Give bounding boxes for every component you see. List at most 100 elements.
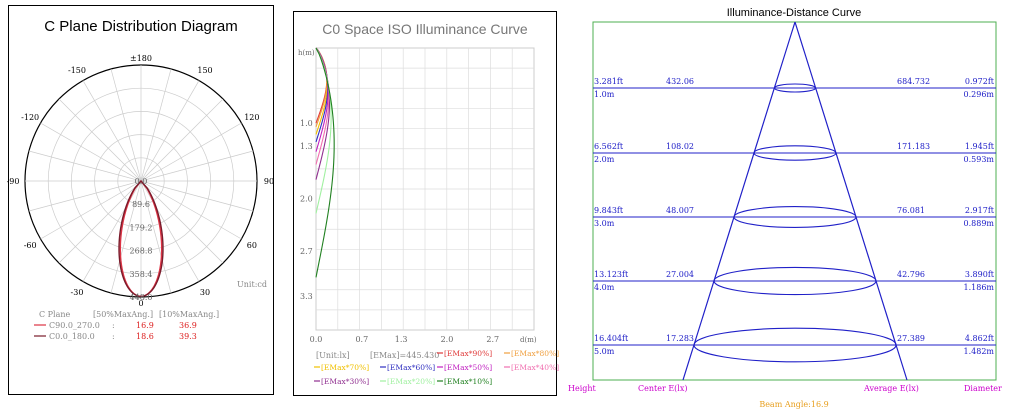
- row-height-ft-1: 6.562ft: [594, 142, 624, 151]
- row-diam-ft-0: 0.972ft: [965, 77, 995, 86]
- footer-center-e: Center E(lx): [638, 384, 687, 393]
- polar-spoke: [28, 180, 142, 212]
- row-height-ft-4: 16.404ft: [594, 334, 629, 343]
- polar-spoke: [140, 180, 254, 212]
- row-average-e-2: 76.081: [897, 206, 925, 215]
- row-center-e-4: 17.283: [666, 334, 694, 343]
- iso-legend-label-8: [EMax*10%]: [444, 377, 492, 386]
- iso-curve-7: [315, 47, 332, 214]
- row-average-e-1: 171.183: [897, 142, 930, 151]
- iso-legend-label-3: [EMax*60%]: [387, 363, 435, 372]
- polar-legend-header-plane: C Plane: [39, 310, 71, 319]
- beam-cone: [682, 21, 908, 381]
- row-diam-ft-2: 2.917ft: [965, 206, 995, 215]
- polar-radial-tick: 358.4: [130, 270, 153, 279]
- polar-spoke: [140, 180, 224, 264]
- row-center-e-1: 108.02: [666, 142, 694, 151]
- row-diam-ft-3: 3.890ft: [965, 270, 995, 279]
- iso-y-tick: 2.7: [300, 247, 313, 256]
- polar-legend: C Plane [50%MaxAng.] [10%MaxAng.] C90.0_270…: [34, 310, 219, 341]
- iso-emax-info: [EMax]=445.430: [370, 351, 439, 360]
- row-diam-m-1: 0.593m: [964, 155, 995, 164]
- row-center-e-0: 432.06: [666, 77, 694, 86]
- polar-angle-label: 120: [244, 113, 259, 122]
- polar-angle-label: 90: [264, 177, 274, 186]
- row-average-e-4: 27.389: [897, 334, 925, 343]
- iso-x-tick: 2.0: [441, 335, 454, 344]
- polar-angle-label: 60: [247, 241, 257, 250]
- iso-legend-label-7: [EMax*20%]: [387, 377, 435, 386]
- polar-spoke: [140, 68, 172, 182]
- polar-legend-10-0: 36.9: [179, 321, 197, 330]
- row-height-ft-0: 3.281ft: [594, 77, 624, 86]
- polar-spoke: [40, 122, 142, 182]
- iso-x-tick: 1.3: [395, 335, 408, 344]
- iso-legend-label-1: [EMax*80%]: [511, 349, 559, 358]
- polar-legend-header-10: [10%MaxAng.]: [159, 310, 219, 319]
- polar-legend-50-0: 16.9: [136, 321, 154, 330]
- row-center-e-3: 27.004: [666, 270, 694, 279]
- row-average-e-0: 684.732: [897, 77, 930, 86]
- iso-legend-label-0: [EMax*90%]: [444, 349, 492, 358]
- polar-radial-tick: 268.8: [130, 247, 153, 256]
- iso-legend-label-5: [EMax*40%]: [511, 363, 559, 372]
- iso-x-axis-label: d(m): [520, 336, 537, 344]
- cone-left-edge: [682, 21, 796, 381]
- polar-spoke: [110, 68, 142, 182]
- polar-radial-tick: 89.6: [132, 200, 150, 209]
- polar-legend-colon-1: :: [112, 332, 115, 341]
- polar-legend-50-1: 18.6: [136, 332, 154, 341]
- cone-right-edge: [794, 21, 908, 381]
- beam-angle-label: Beam Angle:16.9: [759, 400, 828, 409]
- row-height-ft-3: 13.123ft: [594, 270, 629, 279]
- row-diam-m-4: 1.482m: [964, 347, 995, 356]
- polar-spoke: [140, 98, 224, 182]
- iso-unit-info: [Unit:lx]: [316, 351, 350, 360]
- iso-y-tick: 3.3: [300, 292, 313, 301]
- row-center-e-2: 48.007: [666, 206, 694, 215]
- footer-height: Height: [568, 384, 597, 393]
- polar-spoke: [140, 150, 254, 182]
- distance-chart-title: Illuminance-Distance Curve: [727, 7, 862, 19]
- polar-spoke: [82, 80, 142, 182]
- polar-chart-title: C Plane Distribution Diagram: [44, 18, 237, 35]
- distance-chart-svg: Illuminance-Distance Curve 3.281ft 1.0m 43…: [568, 7, 1002, 409]
- row-height-m-0: 1.0m: [594, 90, 615, 99]
- polar-angle-label: -150: [68, 66, 86, 75]
- iso-y-tick: 1.3: [300, 142, 313, 151]
- row-diam-m-0: 0.296m: [964, 90, 995, 99]
- iso-curves: [315, 47, 335, 278]
- iso-grid: [315, 47, 535, 331]
- polar-angle-label: 30: [200, 288, 210, 297]
- distance-frame: [592, 21, 997, 381]
- polar-spoke: [28, 150, 142, 182]
- iso-curve-8: [315, 47, 335, 278]
- polar-legend-header-50: [50%MaxAng.]: [93, 310, 153, 319]
- row-diam-ft-1: 1.945ft: [965, 142, 995, 151]
- row-height-m-2: 3.0m: [594, 219, 615, 228]
- iso-y-axis-label: h(m): [298, 49, 315, 57]
- polar-spoke: [58, 98, 142, 182]
- iso-x-tick: 0.0: [310, 335, 323, 344]
- iso-chart-title: C0 Space ISO Illuminance Curve: [322, 21, 528, 37]
- polar-legend-name-0: C90.0_270.0: [49, 321, 100, 330]
- polar-angle-label: -90: [7, 177, 20, 186]
- polar-radial-tick: 0.0: [135, 177, 148, 186]
- iso-legend-label-2: [EMax*70%]: [321, 363, 369, 372]
- footer-diameter: Diameter: [964, 384, 1002, 393]
- polar-radial-tick: 448.0: [130, 293, 153, 302]
- polar-legend-colon-0: :: [112, 321, 115, 330]
- polar-chart-svg: C Plane Distribution Diagram ±180 150 120 9…: [7, 18, 275, 341]
- iso-legend-label-6: [EMax*30%]: [321, 377, 369, 386]
- row-diam-m-3: 1.186m: [964, 283, 995, 292]
- row-diam-ft-4: 4.862ft: [965, 334, 995, 343]
- row-height-m-4: 5.0m: [594, 347, 615, 356]
- row-average-e-3: 42.796: [897, 270, 925, 279]
- distance-rows: 3.281ft 1.0m 432.06 684.732 0.972ft 0.296m 6.5…: [593, 77, 996, 363]
- polar-angle-label: 150: [197, 66, 212, 75]
- polar-angle-label: ±180: [130, 54, 152, 63]
- iso-y-tick: 2.0: [300, 194, 313, 203]
- polar-legend-name-1: C0.0_180.0: [49, 332, 95, 341]
- iso-legend-label-4: [EMax*50%]: [444, 363, 492, 372]
- footer-average-e: Average E(lx): [863, 384, 919, 393]
